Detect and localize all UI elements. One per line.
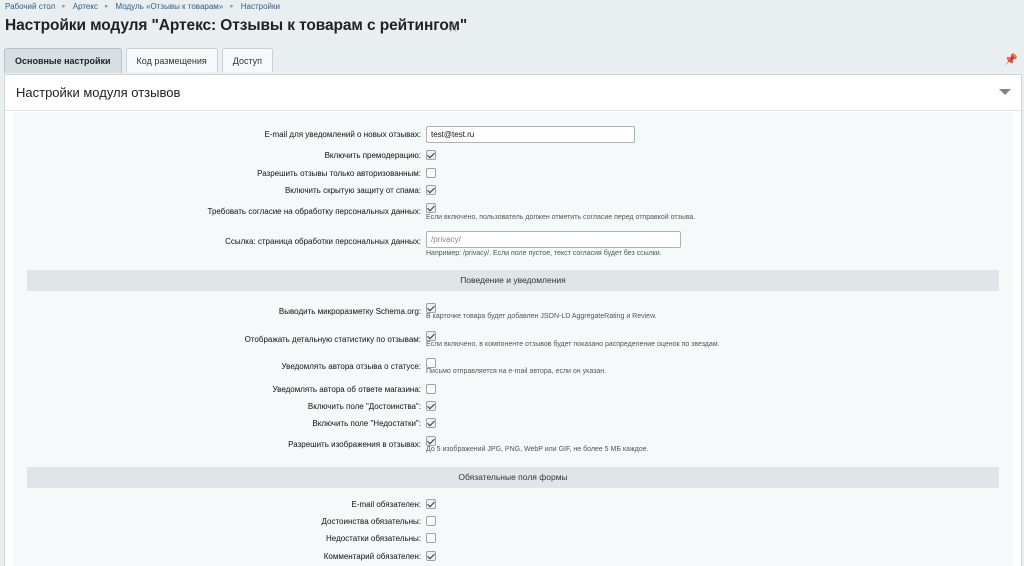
consent-hint: Если включено, пользователь должен отмет… — [426, 214, 696, 221]
email-label: E-mail для уведомлений о новых отзывах: — [264, 130, 421, 139]
breadcrumb-desktop[interactable]: Рабочий стол — [5, 2, 55, 11]
req-email-label: E-mail обязателен: — [351, 500, 421, 509]
breadcrumb-module[interactable]: Модуль «Отзывы к товарам» — [115, 2, 223, 11]
cons-checkbox[interactable] — [426, 418, 436, 428]
privacy-url-field[interactable] — [426, 231, 681, 248]
premod-label: Включить премодерацию: — [324, 151, 421, 160]
section-required: Обязательные поля формы — [27, 467, 999, 488]
tab-placement-code[interactable]: Код размещения — [125, 48, 218, 72]
images-label: Разрешить изображения в отзывах: — [288, 440, 421, 449]
notify-status-checkbox[interactable] — [426, 358, 436, 368]
breadcrumb-settings[interactable]: Настройки — [241, 2, 280, 11]
chevron-right-icon: ▸ — [62, 3, 66, 10]
breadcrumb-artex[interactable]: Артекс — [73, 2, 98, 11]
authonly-checkbox[interactable] — [426, 168, 436, 178]
panel-title: Настройки модуля отзывов — [5, 75, 1021, 111]
authonly-label: Разрешить отзывы только авторизованным: — [257, 169, 421, 178]
consent-label: Требовать согласие на обработку персонал… — [207, 207, 421, 216]
spam-label: Включить скрытую защиту от спама: — [284, 186, 421, 195]
settings-form: E-mail для уведомлений о новых отзывах: … — [13, 112, 1013, 566]
settings-panel: Настройки модуля отзывов E-mail для увед… — [4, 74, 1022, 566]
images-checkbox[interactable] — [426, 436, 436, 446]
pros-label: Включить поле "Достоинства": — [307, 402, 421, 411]
images-hint: До 5 изображений JPG, PNG, WebP или GIF,… — [426, 446, 649, 453]
req-comment-label: Комментарий обязателен: — [323, 552, 421, 561]
star-icon[interactable]: ☆ — [447, 19, 460, 36]
req-pros-label: Достоинства обязательны: — [321, 517, 421, 526]
schema-checkbox[interactable] — [426, 303, 436, 313]
schema-label: Выводить микроразметку Schema.org: — [278, 307, 421, 316]
chevron-right-icon: ▸ — [230, 3, 234, 10]
consent-checkbox[interactable] — [426, 203, 436, 213]
pros-checkbox[interactable] — [426, 401, 436, 411]
tab-main-settings[interactable]: Основные настройки — [4, 48, 122, 73]
req-cons-label: Недостатки обязательны: — [326, 534, 421, 543]
privacy-hint: Например: /privacy/. Если поле пустое, т… — [426, 250, 662, 257]
breadcrumb: Рабочий стол ▸ Артекс ▸ Модуль «Отзывы к… — [5, 0, 280, 12]
email-field[interactable] — [426, 126, 635, 143]
chevron-right-icon: ▸ — [104, 3, 109, 10]
notify-reply-checkbox[interactable] — [426, 384, 436, 394]
spam-checkbox[interactable] — [426, 185, 436, 195]
tab-access[interactable]: Доступ — [221, 48, 274, 72]
premod-checkbox[interactable] — [426, 150, 436, 160]
req-pros-checkbox[interactable] — [426, 516, 436, 526]
privacy-label: Ссылка: страница обработки персональных … — [225, 237, 421, 246]
pin-icon[interactable]: 📌 — [1004, 53, 1018, 66]
notify-status-hint: Письмо отправляется на e-mail автора, ес… — [426, 368, 607, 375]
req-cons-checkbox[interactable] — [426, 533, 436, 543]
collapse-icon[interactable] — [999, 89, 1011, 95]
cons-label: Включить поле "Недостатки": — [312, 419, 421, 428]
tab-bar: Основные настройки Код размещения Доступ — [4, 48, 274, 73]
schema-hint: В карточке товара будет добавлен JSON-LD… — [426, 313, 657, 320]
page-title: Настройки модуля "Артекс: Отзывы к товар… — [5, 17, 468, 34]
notify-reply-label: Уведомлять автора об ответе магазина: — [272, 385, 421, 394]
stats-label: Отображать детальную статистику по отзыв… — [244, 335, 421, 344]
req-email-checkbox[interactable] — [426, 499, 436, 509]
stats-hint: Если включено, в компоненте отзывов буде… — [426, 341, 720, 348]
section-behavior: Поведение и уведомления — [27, 270, 999, 291]
req-comment-checkbox[interactable] — [426, 551, 436, 561]
notify-status-label: Уведомлять автора отзыва о статусе: — [281, 362, 421, 371]
stats-checkbox[interactable] — [426, 331, 436, 341]
